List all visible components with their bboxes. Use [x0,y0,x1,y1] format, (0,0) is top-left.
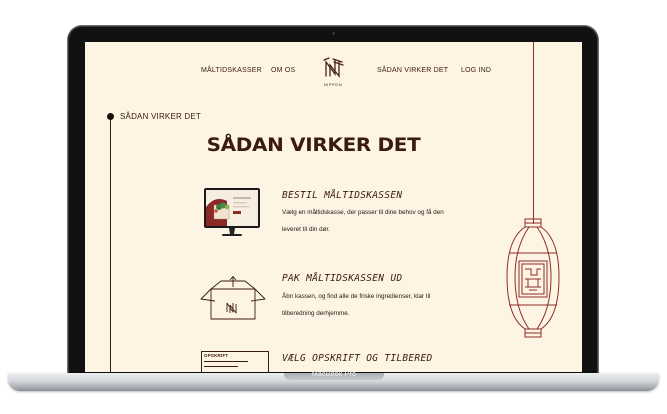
step-2-illustration [197,275,269,323]
nav-link-sadan-virker-det[interactable]: SÅDAN VIRKER DET [377,67,448,74]
step-1-title: BESTIL MÅLTIDSKASSEN [282,190,403,201]
lantern-decoration [503,217,563,342]
page-title: SÅDAN VIRKER DET [206,134,421,156]
step-1-illustration [203,187,261,239]
lantern-string [533,42,534,224]
monitor-icon [204,188,260,236]
recipe-card-label: OPSKRIFT [204,353,229,358]
logo-text: NIPPON [323,82,343,87]
step-2-desc-line-1: Åbn kassen, og find alle de friske ingre… [282,293,431,300]
timeline-dot [107,113,114,120]
nippon-logo-icon [323,57,344,78]
nav-link-log-ind[interactable]: LOG IND [461,67,491,74]
recipe-card-line [204,361,248,362]
box-icon [200,276,266,320]
laptop-screen: MÅLTIDSKASSER OM OS NIPPON SÅDAN VIRKER … [85,42,582,372]
nippon-logo[interactable]: NIPPON [320,56,346,87]
nav-link-om-os[interactable]: OM OS [271,67,295,74]
recipe-card-line [204,366,238,367]
step-3-illustration: OPSKRIFT [201,351,269,372]
step-1-desc-line-2: leveret til din dør. [282,226,330,233]
camera-icon [332,32,335,35]
nav-link-maltidskasser[interactable]: MÅLTIDSKASSER [201,67,262,74]
lantern-icon [506,218,560,338]
step-3-title: VÆLG OPSKRIFT OG TILBERED [282,353,433,364]
step-1-desc-line-1: Vælg en måltidskasse, der passer til din… [282,209,444,216]
device-label: MacBook Pro [311,371,357,378]
section-label: SÅDAN VIRKER DET [120,112,201,121]
step-2-title: PAK MÅLTIDSKASSEN UD [282,273,403,284]
step-2-desc-line-2: tilberedning derhjemme. [282,310,350,317]
